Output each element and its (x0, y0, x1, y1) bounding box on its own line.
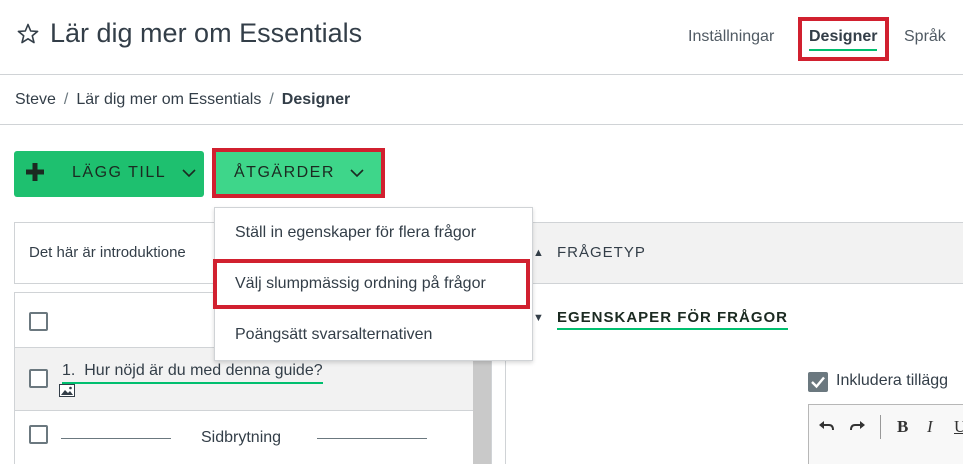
designer-highlight-box (798, 17, 889, 61)
menu-item-set-properties[interactable]: Ställ in egenskaper för flera frågor (215, 208, 532, 259)
breadcrumb-item-survey[interactable]: Lär dig mer om Essentials (76, 91, 261, 108)
image-icon (59, 384, 75, 397)
actions-highlight-box (212, 148, 385, 198)
page-break-rule-right (317, 438, 427, 439)
select-all-checkbox[interactable] (29, 312, 48, 331)
question-number: 1. (62, 362, 76, 379)
nav-settings-link[interactable]: Inställningar (688, 28, 774, 46)
randomize-highlight-box (213, 259, 530, 309)
undo-icon[interactable] (818, 419, 834, 433)
underline-button[interactable]: U (954, 417, 963, 437)
breadcrumb-item-current: Designer (281, 91, 351, 108)
menu-item-label: Ställ in egenskaper för flera frågor (235, 224, 477, 241)
add-button[interactable]: LÄGG TILL (14, 151, 204, 197)
breadcrumb-separator: / (269, 91, 274, 108)
bold-button[interactable]: B (897, 417, 908, 437)
question-properties-label[interactable]: EGENSKAPER FÖR FRÅGOR (557, 309, 789, 330)
add-button-label: LÄGG TILL (72, 164, 167, 181)
breadcrumb-separator: / (63, 91, 69, 108)
page-break-row[interactable]: Sidbrytning (15, 412, 491, 464)
question-text: Hur nöjd är du med denna guide? (84, 362, 323, 379)
page-title: Lär dig mer om Essentials (50, 18, 363, 48)
plus-icon (26, 163, 44, 181)
toolbar-separator (880, 415, 881, 439)
triangle-right-icon: ▲ (533, 247, 544, 259)
page-break-checkbox[interactable] (29, 425, 48, 444)
breadcrumb-item-user[interactable]: Steve (15, 91, 56, 108)
question-title[interactable]: 1. Hur nöjd är du med denna guide? (62, 362, 323, 384)
checkmark-icon (811, 376, 825, 389)
question-list-scrollbar[interactable] (473, 348, 491, 464)
include-checkbox[interactable] (808, 372, 828, 392)
page-break-label: Sidbrytning (201, 429, 282, 446)
nav-language-link[interactable]: Språk (904, 28, 946, 46)
rich-text-editor-toolbar: B I U (808, 404, 963, 464)
intro-text: Det här är introduktione (29, 244, 186, 261)
redo-icon[interactable] (850, 419, 866, 433)
include-label: Inkludera tillägg (836, 372, 949, 389)
star-icon[interactable] (16, 22, 40, 46)
menu-item-score-answers[interactable]: Poängsätt svarsalternativen (215, 310, 532, 361)
question-type-label[interactable]: FRÅGETYP (557, 244, 646, 261)
italic-button[interactable]: I (927, 417, 933, 437)
breadcrumb-divider (0, 124, 963, 125)
triangle-down-icon: ▼ (533, 312, 544, 324)
page-break-rule-left (61, 438, 171, 439)
breadcrumb: Steve / Lär dig mer om Essentials / Designer (15, 91, 350, 109)
question-checkbox[interactable] (29, 369, 48, 388)
chevron-down-icon (182, 169, 196, 178)
menu-item-label: Poängsätt svarsalternativen (235, 326, 433, 343)
